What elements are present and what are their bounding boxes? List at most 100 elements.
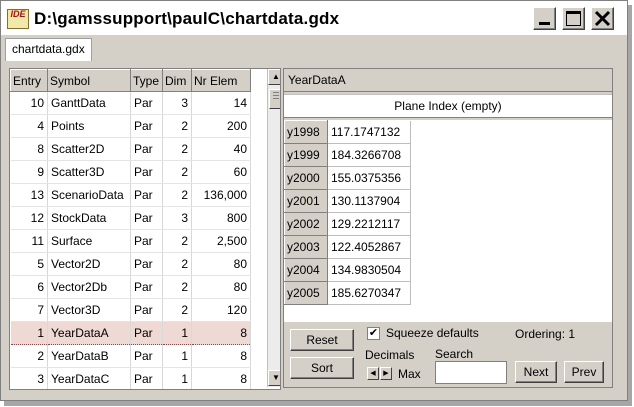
cell-dim: 2 — [162, 229, 192, 253]
cell-nr: 120 — [191, 298, 251, 322]
scroll-down-arrow-icon[interactable]: ▼ — [268, 370, 280, 386]
symbol-table: Entry Symbol Type Dim Nr Elem 10 GanttDat… — [10, 69, 251, 389]
cell-entry: 3 — [10, 367, 48, 389]
table-row[interactable]: 11 Surface Par 2 2,500 — [10, 229, 251, 253]
row-key-header: y2005 — [284, 281, 328, 305]
plane-index-bar[interactable]: Plane Index (empty) — [284, 94, 612, 118]
table-row[interactable]: 6 Vector2Db Par 2 80 — [10, 275, 251, 299]
cell-entry: 12 — [10, 206, 48, 230]
search-input[interactable] — [435, 361, 507, 384]
cell-type: Par — [130, 298, 163, 322]
cell-nr: 80 — [191, 275, 251, 299]
scroll-up-arrow-icon[interactable]: ▲ — [268, 69, 280, 85]
row-value: 184.3266708 — [327, 143, 411, 167]
cell-type: Par — [130, 183, 163, 207]
row-value: 117.1747132 — [327, 120, 411, 144]
column-header-entry[interactable]: Entry — [10, 69, 48, 92]
value-row: y2002 129.2212117 — [284, 212, 411, 236]
table-row[interactable]: 3 YearDataC Par 1 8 — [10, 367, 251, 389]
value-row: y1998 117.1747132 — [284, 120, 411, 144]
column-header-nr-elem[interactable]: Nr Elem — [191, 69, 251, 92]
table-row[interactable]: 4 Points Par 2 200 — [10, 114, 251, 138]
cell-dim: 2 — [162, 160, 192, 184]
cell-nr: 200 — [191, 114, 251, 138]
decimals-decrease-arrow-icon[interactable]: ◀ — [367, 367, 379, 380]
cell-symbol: Vector2Db — [47, 275, 131, 299]
tab-chartdata-gdx[interactable]: chartdata.gdx — [5, 38, 92, 61]
cell-entry: 10 — [10, 91, 48, 115]
value-row: y2003 122.4052867 — [284, 235, 411, 259]
symbol-list-panel: Entry Symbol Type Dim Nr Elem 10 GanttDat… — [9, 68, 281, 390]
cell-type: Par — [130, 229, 163, 253]
table-row[interactable]: 1 YearDataA Par 1 8 — [10, 321, 251, 345]
cell-nr: 800 — [191, 206, 251, 230]
symbol-list-scrollbar[interactable]: ▲ ▼ — [267, 69, 280, 387]
sort-button[interactable]: Sort — [290, 357, 354, 379]
cell-nr: 8 — [191, 344, 251, 368]
cell-dim: 2 — [162, 298, 192, 322]
next-button[interactable]: Next — [515, 361, 557, 383]
minimize-button[interactable] — [533, 7, 556, 30]
cell-nr: 14 — [191, 91, 251, 115]
table-row[interactable]: 7 Vector3D Par 2 120 — [10, 298, 251, 322]
cell-symbol: YearDataA — [47, 321, 131, 345]
cell-nr: 136,000 — [191, 183, 251, 207]
cell-entry: 9 — [10, 160, 48, 184]
cell-type: Par — [130, 160, 163, 184]
cell-dim: 1 — [162, 321, 192, 345]
table-row[interactable]: 12 StockData Par 3 800 — [10, 206, 251, 230]
row-value: 129.2212117 — [327, 212, 411, 236]
cell-type: Par — [130, 114, 163, 138]
cell-symbol: GanttData — [47, 91, 131, 115]
cell-dim: 2 — [162, 252, 192, 276]
scroll-thumb[interactable] — [269, 89, 280, 109]
squeeze-defaults-checkbox[interactable]: ✔ — [367, 327, 380, 340]
value-row: y2005 185.6270347 — [284, 281, 411, 305]
column-header-type[interactable]: Type — [130, 69, 163, 92]
window-title: D:\gamssupport\paulC\chartdata.gdx — [34, 9, 340, 28]
row-value: 122.4052867 — [327, 235, 411, 259]
cell-symbol: Vector2D — [47, 252, 131, 276]
maximize-icon — [566, 11, 581, 26]
cell-dim: 2 — [162, 114, 192, 138]
symbol-detail-panel: YearDataA Plane Index (empty) y1998 117.1… — [283, 68, 613, 388]
title-bar[interactable]: IDE D:\gamssupport\paulC\chartdata.gdx — [1, 1, 627, 35]
symbol-table-header: Entry Symbol Type Dim Nr Elem — [10, 69, 251, 92]
cell-symbol: Surface — [47, 229, 131, 253]
cell-entry: 2 — [10, 344, 48, 368]
decimals-increase-arrow-icon[interactable]: ▶ — [380, 367, 392, 380]
table-row[interactable]: 10 GanttData Par 3 14 — [10, 91, 251, 115]
ide-logo-icon: IDE — [7, 9, 29, 29]
close-icon — [594, 10, 611, 27]
cell-entry: 1 — [10, 321, 48, 345]
maximize-button[interactable] — [562, 7, 585, 30]
cell-dim: 3 — [162, 206, 192, 230]
table-row[interactable]: 13 ScenarioData Par 2 136,000 — [10, 183, 251, 207]
table-row[interactable]: 2 YearDataB Par 1 8 — [10, 344, 251, 368]
cell-nr: 40 — [191, 137, 251, 161]
table-row[interactable]: 5 Vector2D Par 2 80 — [10, 252, 251, 276]
row-value: 134.9830504 — [327, 258, 411, 282]
table-row[interactable]: 9 Scatter3D Par 2 60 — [10, 160, 251, 184]
cell-entry: 4 — [10, 114, 48, 138]
column-header-dim[interactable]: Dim — [162, 69, 192, 92]
row-key-header: y1998 — [284, 120, 328, 144]
table-row[interactable]: 8 Scatter2D Par 2 40 — [10, 137, 251, 161]
row-key-header: y2002 — [284, 212, 328, 236]
cell-type: Par — [130, 344, 163, 368]
cell-symbol: Scatter2D — [47, 137, 131, 161]
reset-button[interactable]: Reset — [290, 329, 354, 351]
row-value: 155.0375356 — [327, 166, 411, 190]
value-row: y2000 155.0375356 — [284, 166, 411, 190]
cell-dim: 2 — [162, 275, 192, 299]
cell-nr: 60 — [191, 160, 251, 184]
prev-button[interactable]: Prev — [564, 361, 604, 383]
row-key-header: y2003 — [284, 235, 328, 259]
cell-type: Par — [130, 252, 163, 276]
column-header-symbol[interactable]: Symbol — [47, 69, 131, 92]
cell-nr: 8 — [191, 321, 251, 345]
cell-nr: 8 — [191, 367, 251, 389]
cell-entry: 11 — [10, 229, 48, 253]
close-button[interactable] — [591, 7, 614, 30]
cell-type: Par — [130, 91, 163, 115]
